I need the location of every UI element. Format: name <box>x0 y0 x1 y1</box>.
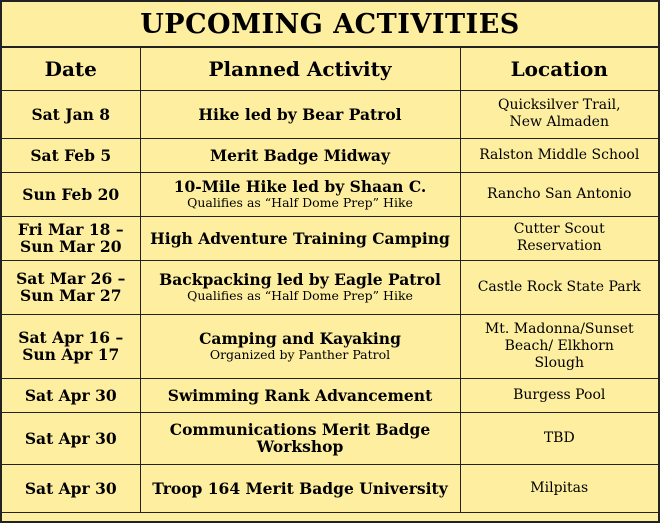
activity-date-line: Sun Feb 20 <box>22 184 120 204</box>
activity-location: Mt. Madonna/Sunset Beach/ Elkhorn Slough <box>459 313 658 379</box>
activity-cell: Hike led by Bear Patrol <box>139 89 461 139</box>
activity-date: Sat Jan 8 <box>2 89 141 139</box>
activity-date: Sat Apr 16 – Sun Apr 17 <box>2 313 141 379</box>
activity-name: Hike led by Bear Patrol <box>198 104 402 124</box>
table-row: Sat Apr 30 Troop 164 Merit Badge Universi… <box>2 463 658 513</box>
column-header-activity: Planned Activity <box>139 48 461 91</box>
activity-location: TBD <box>459 411 658 465</box>
activities-sheet: UPCOMING ACTIVITIES Date Planned Activit… <box>0 0 660 523</box>
activity-date-line: Sat Apr 30 <box>24 478 117 498</box>
activity-cell: Camping and Kayaking Organized by Panther… <box>139 313 461 379</box>
table-row: Sat Apr 16 – Sun Apr 17 Camping and Kayaki… <box>2 313 658 379</box>
activity-location-line: New Almaden <box>509 114 609 130</box>
activity-location-line: Cutter Scout <box>513 221 605 237</box>
activity-location-line: Castle Rock State Park <box>477 278 641 295</box>
activity-date: Sat Feb 5 <box>2 137 141 173</box>
activity-location-line: Burgess Pool <box>513 386 606 403</box>
activity-date-line: Sun Mar 20 <box>20 237 122 256</box>
activity-name: Merit Badge Midway <box>210 145 390 165</box>
activity-date: Fri Mar 18 – Sun Mar 20 <box>2 215 141 261</box>
activity-cell: Backpacking led by Eagle Patrol Qualifies… <box>139 259 461 315</box>
activity-location: Quicksilver Trail, New Almaden <box>459 89 658 139</box>
activity-name: Troop 164 Merit Badge University <box>152 478 448 498</box>
activity-date-line: Sat Mar 26 – <box>16 269 126 288</box>
activity-location-line: Reservation <box>516 238 602 254</box>
activity-date: Sat Apr 30 <box>2 377 141 413</box>
activity-date-line: Sat Jan 8 <box>31 104 111 124</box>
activity-name: Swimming Rank Advancement <box>167 385 433 405</box>
table-row: Sat Feb 5 Merit Badge Midway Ralston Middl… <box>2 137 658 173</box>
activity-date-line: Sat Apr 30 <box>24 428 117 448</box>
activity-date-line: Fri Mar 18 – <box>17 220 124 239</box>
activity-name: High Adventure Training Camping <box>150 228 450 248</box>
activity-location-line: Milpitas <box>530 479 589 496</box>
table-row: Fri Mar 18 – Sun Mar 20 High Adventure Tra… <box>2 215 658 261</box>
activity-location: Castle Rock State Park <box>459 259 658 315</box>
activity-location: Rancho San Antonio <box>459 171 658 217</box>
activity-cell: Communications Merit Badge Workshop <box>139 411 461 465</box>
activity-location: Ralston Middle School <box>459 137 658 173</box>
activity-location-line: TBD <box>543 429 575 446</box>
activities-table: Date Planned Activity Location Sat Jan 8… <box>2 48 658 513</box>
activity-note: Qualifies as “Half Dome Prep” Hike <box>187 195 413 210</box>
activity-location: Cutter Scout Reservation <box>459 215 658 261</box>
activity-cell: Swimming Rank Advancement <box>139 377 461 413</box>
column-header-location: Location <box>459 48 658 91</box>
column-header-date: Date <box>2 48 141 91</box>
activity-location-line: Slough <box>534 354 585 371</box>
activity-date: Sat Mar 26 – Sun Mar 27 <box>2 259 141 315</box>
activity-location-line: Beach/ Elkhorn <box>504 337 614 354</box>
activity-name: Camping and Kayaking <box>199 329 401 348</box>
page-title: UPCOMING ACTIVITIES <box>2 2 658 48</box>
activity-name: Backpacking led by Eagle Patrol <box>159 270 441 289</box>
activity-location-line: Rancho San Antonio <box>487 185 632 202</box>
activity-cell: Merit Badge Midway <box>139 137 461 173</box>
table-row: Sat Apr 30 Swimming Rank Advancement Burge… <box>2 377 658 413</box>
activity-cell: Troop 164 Merit Badge University <box>139 463 461 513</box>
activity-location-line: Quicksilver Trail, <box>497 97 621 113</box>
activity-date-line: Sat Apr 30 <box>24 385 117 405</box>
table-header-row: Date Planned Activity Location <box>2 48 658 91</box>
table-row: Sun Feb 20 10-Mile Hike led by Shaan C. Qu… <box>2 171 658 217</box>
activity-cell: High Adventure Training Camping <box>139 215 461 261</box>
activity-cell: 10-Mile Hike led by Shaan C. Qualifies as… <box>139 171 461 217</box>
table-row: Sat Apr 30 Communications Merit Badge Wor… <box>2 411 658 465</box>
activity-location: Burgess Pool <box>459 377 658 413</box>
activity-name: Communications Merit Badge Workshop <box>169 420 431 456</box>
table-row: Sat Jan 8 Hike led by Bear Patrol Quicksil… <box>2 89 658 139</box>
activity-note: Organized by Panther Patrol <box>209 347 391 362</box>
activity-location-line: Mt. Madonna/Sunset <box>484 320 634 337</box>
activity-date: Sat Apr 30 <box>2 411 141 465</box>
activity-location-line: Ralston Middle School <box>479 146 640 163</box>
activity-location: Milpitas <box>459 463 658 513</box>
activity-date-line: Sat Feb 5 <box>30 145 112 165</box>
activity-date-line: Sun Mar 27 <box>20 286 122 305</box>
activity-name: 10-Mile Hike led by Shaan C. <box>173 177 427 196</box>
activity-note: Qualifies as “Half Dome Prep” Hike <box>187 288 413 303</box>
activity-date-line: Sat Apr 16 – <box>18 328 124 347</box>
table-row: Sat Mar 26 – Sun Mar 27 Backpacking led by… <box>2 259 658 315</box>
activity-date: Sun Feb 20 <box>2 171 141 217</box>
activity-date-line: Sun Apr 17 <box>22 345 120 364</box>
activity-date: Sat Apr 30 <box>2 463 141 513</box>
